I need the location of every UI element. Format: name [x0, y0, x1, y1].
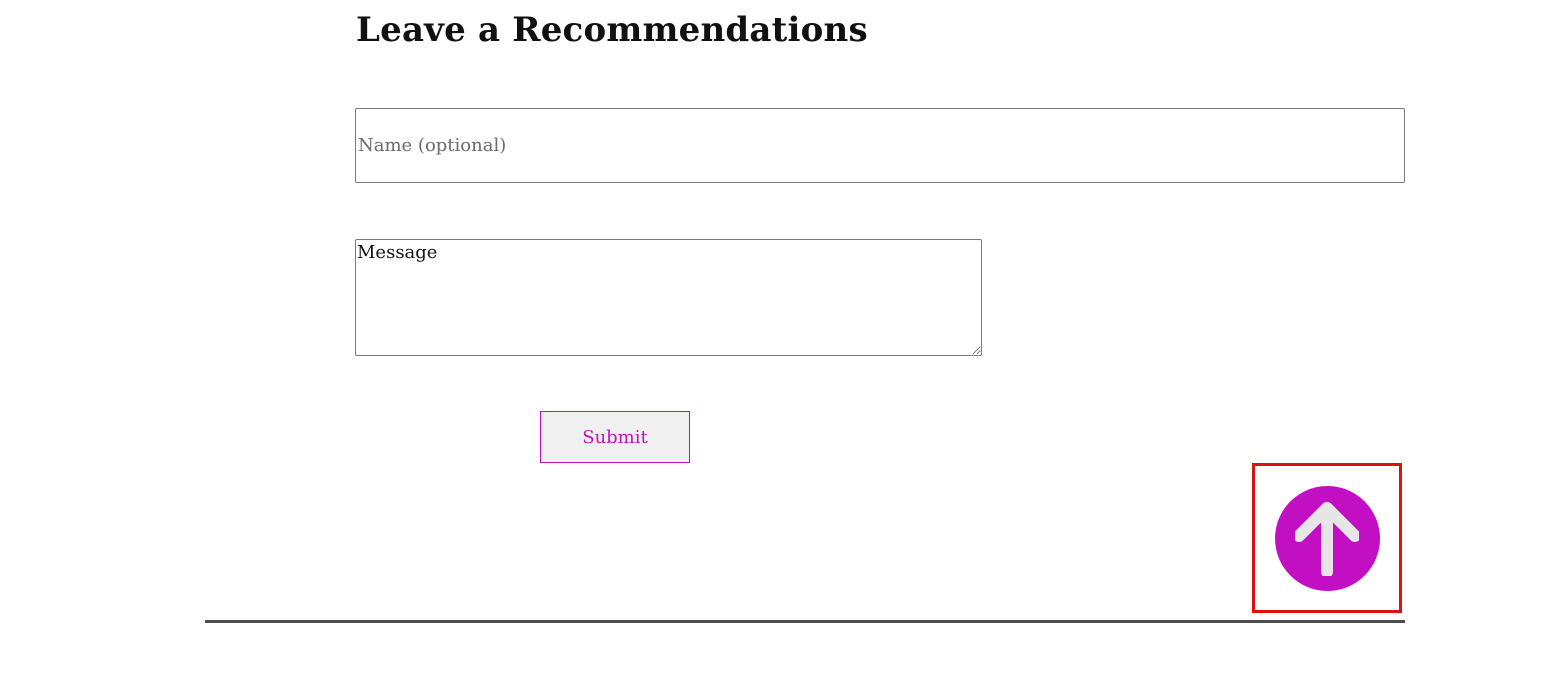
back-to-top-circle: [1274, 485, 1380, 591]
back-to-top-button[interactable]: [1252, 463, 1402, 613]
submit-button[interactable]: Submit: [540, 411, 690, 463]
footer-divider: [205, 620, 1405, 623]
page: Leave a Recommendations Submit: [0, 0, 1566, 673]
name-input[interactable]: [355, 108, 1405, 183]
recommendations-heading: Leave a Recommendations: [356, 10, 868, 50]
message-textarea[interactable]: [355, 239, 982, 356]
arrow-up-icon: [1295, 502, 1359, 576]
